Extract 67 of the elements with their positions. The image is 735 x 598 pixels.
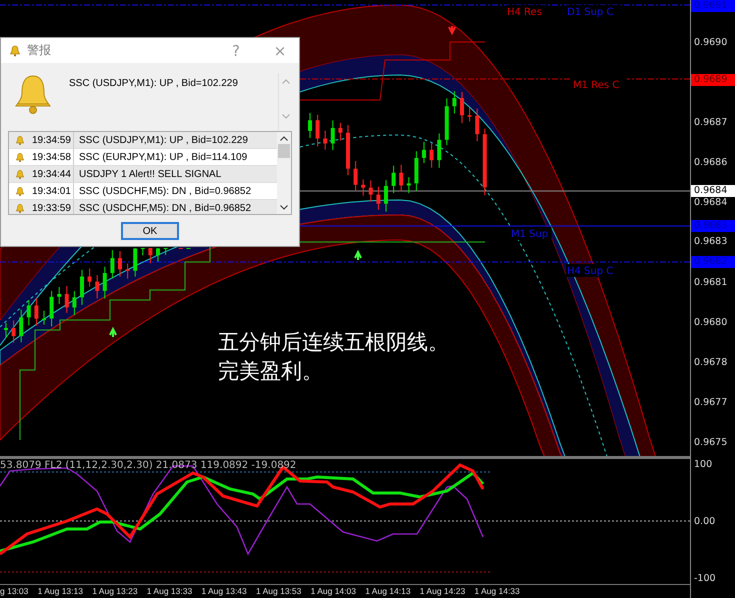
alert-text: SSC (USDJPY,M1): UP , Bid=102.229 — [78, 134, 248, 146]
scroll-down-icon[interactable] — [280, 205, 288, 210]
price-label: 0.9678 — [694, 357, 728, 369]
alert-text: SSC (USDCHF,M5): DN , Bid=0.96852 — [78, 202, 252, 214]
up-arrow-icon — [354, 250, 362, 261]
time-label: 1 Aug 14:13 — [365, 585, 411, 598]
alert-text: SSC (EURJPY,M1): UP , Bid=114.109 — [78, 152, 248, 162]
price-marker: 0.9691 — [691, 0, 735, 12]
alert-row[interactable]: 19:34:59 SSC (USDJPY,M1): UP , Bid=102.229 — [9, 132, 277, 149]
time-label: 1 Aug 14:03 — [310, 585, 356, 598]
time-label: 1 Aug 13:43 — [201, 585, 247, 598]
alert-time: 19:34:58 — [32, 152, 71, 162]
time-label: 1 Aug 14:33 — [474, 585, 520, 598]
oscillator-label: -100 — [694, 573, 716, 585]
alert-time: 19:34:01 — [32, 186, 71, 196]
time-label: 1 Aug 13:23 — [92, 585, 138, 598]
scroll-thumb[interactable] — [278, 144, 290, 158]
ok-button[interactable]: OK — [121, 222, 179, 240]
bell-icon — [13, 73, 53, 115]
bell-icon — [15, 202, 25, 214]
bell-icon — [15, 134, 25, 146]
alert-text: SSC (USDCHF,M5): DN , Bid=0.96852 — [78, 186, 252, 196]
price-marker: 0.9683 — [691, 220, 735, 232]
alert-time: 19:33:59 — [32, 202, 71, 214]
alert-row[interactable]: 19:34:01 SSC (USDCHF,M5): DN , Bid=0.96852 — [9, 183, 277, 200]
price-label: 0.9681 — [694, 277, 728, 289]
alert-time: 19:34:44 — [32, 168, 71, 180]
alert-message: SSC (USDJPY,M1): UP , Bid=102.229 — [69, 77, 239, 91]
level-label: H4 Res — [507, 7, 542, 18]
price-label: 0.9680 — [694, 317, 728, 329]
alert-row[interactable]: 19:34:58 SSC (EURJPY,M1): UP , Bid=114.109 — [9, 149, 277, 166]
level-label: D1 Sup C — [567, 7, 614, 18]
dialog-title: 警报 — [27, 42, 52, 59]
alert-text: USDJPY 1 Alert!! SELL SIGNAL — [78, 168, 222, 180]
list-scrollbar[interactable] — [277, 132, 291, 214]
price-label: 0.9684 — [694, 197, 728, 209]
alert-time: 19:34:59 — [32, 134, 71, 146]
down-arrow-icon — [448, 25, 456, 36]
price-label: 0.9687 — [694, 117, 728, 129]
bell-icon — [15, 168, 25, 180]
bell-icon — [9, 44, 21, 56]
time-label: 1 Aug 13:53 — [256, 585, 302, 598]
price-marker: 0.9684 — [691, 185, 735, 197]
level-label: M1 Sup — [511, 229, 548, 240]
oscillator-label: 0.00 — [694, 516, 716, 528]
time-label: 1 Aug 13:33 — [146, 585, 192, 598]
price-label: 0.9683 — [694, 236, 728, 248]
up-arrow-icon — [109, 326, 117, 338]
time-label: 1 Aug 14:23 — [420, 585, 466, 598]
annotation-text: 五分钟后连续五根阴线。 — [218, 329, 449, 356]
price-label: 0.9686 — [694, 157, 728, 169]
bell-icon — [15, 152, 25, 162]
alert-row[interactable]: 19:33:59 SSC (USDCHF,M5): DN , Bid=0.96852 — [9, 200, 277, 214]
time-label: 1 Aug 13:13 — [38, 585, 83, 598]
price-marker: 0.9689 — [691, 74, 735, 86]
level-label: M1 Res C — [573, 80, 620, 91]
price-label: 0.9677 — [694, 397, 728, 409]
level-label: H4 Sup C — [567, 266, 614, 277]
scroll-up-icon[interactable] — [280, 136, 288, 141]
alert-row[interactable]: 19:34:44 USDJPY 1 Alert!! SELL SIGNAL — [9, 166, 277, 183]
price-marker: 0.9682 — [691, 256, 735, 268]
annotation-text: 完美盈利。 — [218, 358, 324, 385]
price-label: 0.9690 — [694, 37, 728, 49]
price-label: 0.9675 — [694, 437, 728, 449]
time-label: g 13:03 — [0, 585, 28, 598]
bell-icon — [15, 186, 25, 196]
oscillator-label: 100 — [694, 459, 712, 471]
